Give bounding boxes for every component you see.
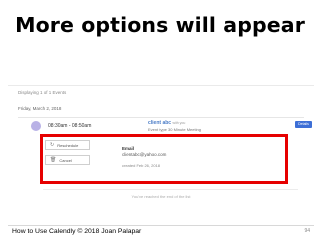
invitee-name[interactable]: client abc with you <box>148 120 185 126</box>
slide-title: More options will appear <box>15 13 305 37</box>
footer-divider <box>8 225 314 226</box>
displaying-count: Displaying 1 of 1 Events <box>18 90 67 95</box>
invitee-name-text: client abc <box>148 120 172 126</box>
end-of-list-note: You've reached the end of the list <box>131 194 191 199</box>
details-button[interactable]: Details <box>295 121 312 128</box>
invitee-suffix: with you <box>172 121 186 125</box>
slide-footer: How to Use Calendly © 2018 Joan Palapar <box>12 228 142 235</box>
highlight-box <box>40 134 288 184</box>
calendly-screenshot: Displaying 1 of 1 Events Friday, March 2… <box>8 85 314 225</box>
divider <box>18 117 304 118</box>
page-number: 94 <box>304 228 310 234</box>
event-time-range[interactable]: 08:30am - 08:50am <box>48 123 91 129</box>
divider <box>43 189 298 190</box>
date-header: Friday, March 2, 2018 <box>18 106 62 111</box>
event-color-dot <box>31 121 41 131</box>
event-type: Event type 30 Minute Meeting <box>148 127 201 132</box>
